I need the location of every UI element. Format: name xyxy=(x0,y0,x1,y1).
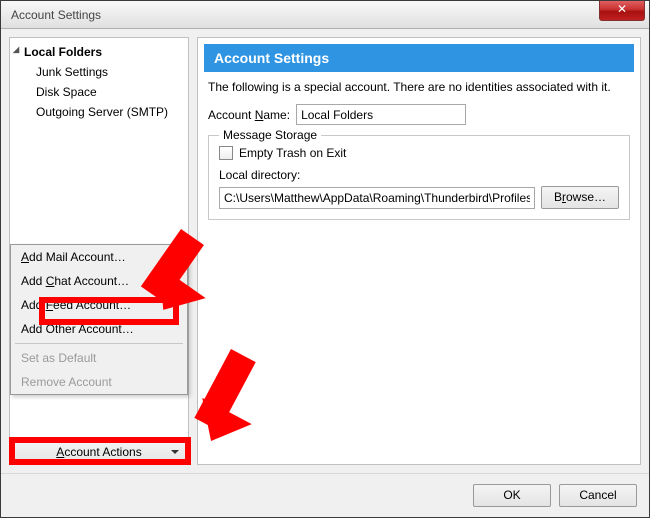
tree-item-smtp[interactable]: Outgoing Server (SMTP) xyxy=(10,102,188,122)
tree-item-label: Junk Settings xyxy=(36,65,108,79)
empty-trash-row: Empty Trash on Exit xyxy=(219,146,619,160)
main-header: Account Settings xyxy=(204,44,634,72)
dialog-footer: OK Cancel xyxy=(1,473,649,517)
account-name-label: Account Name: xyxy=(208,108,290,122)
description-text: The following is a special account. Ther… xyxy=(208,80,630,94)
menu-remove-account: Remove Account xyxy=(11,370,187,394)
menu-set-default: Set as Default xyxy=(11,346,187,370)
tree-item-label: Outgoing Server (SMTP) xyxy=(36,105,168,119)
local-directory-label: Local directory: xyxy=(219,168,619,182)
account-actions-button[interactable]: Account Actions xyxy=(10,440,188,464)
account-settings-window: Account Settings ✕ Local Folders Junk Se… xyxy=(0,0,650,518)
account-actions-wrap: Account Actions xyxy=(10,440,188,464)
close-button[interactable]: ✕ xyxy=(599,1,645,21)
tree-item-junk[interactable]: Junk Settings xyxy=(10,62,188,82)
empty-trash-checkbox[interactable] xyxy=(219,146,233,160)
empty-trash-label: Empty Trash on Exit xyxy=(239,146,346,160)
menu-add-mail-account[interactable]: Add Mail Account… xyxy=(11,245,187,269)
cancel-button[interactable]: Cancel xyxy=(559,484,637,507)
tree-item-disk-space[interactable]: Disk Space xyxy=(10,82,188,102)
menu-add-chat-account[interactable]: Add Chat Account… xyxy=(11,269,187,293)
chevron-down-icon xyxy=(171,450,179,454)
browse-button[interactable]: Browse… xyxy=(541,186,619,209)
tree-root-local-folders[interactable]: Local Folders xyxy=(10,42,188,62)
main-body: The following is a special account. Ther… xyxy=(198,80,640,228)
menu-add-feed-account[interactable]: Add Feed Account… xyxy=(11,293,187,317)
titlebar: Account Settings ✕ xyxy=(1,1,649,29)
window-title: Account Settings xyxy=(11,8,101,22)
account-name-input[interactable] xyxy=(296,104,466,125)
menu-separator xyxy=(15,343,183,344)
tree-item-label: Disk Space xyxy=(36,85,97,99)
menu-add-other-account[interactable]: Add Other Account… xyxy=(11,317,187,341)
message-storage-fieldset: Message Storage Empty Trash on Exit Loca… xyxy=(208,135,630,220)
ok-button[interactable]: OK xyxy=(473,484,551,507)
main-panel: Account Settings The following is a spec… xyxy=(197,37,641,465)
account-actions-label: Account Actions xyxy=(56,445,141,459)
local-directory-input[interactable] xyxy=(219,187,535,209)
dialog-body: Local Folders Junk Settings Disk Space O… xyxy=(1,29,649,473)
local-directory-row: Browse… xyxy=(219,186,619,209)
close-icon: ✕ xyxy=(617,2,627,16)
tree-root-label: Local Folders xyxy=(24,45,102,59)
fieldset-legend: Message Storage xyxy=(219,128,321,142)
account-actions-menu: Add Mail Account… Add Chat Account… Add … xyxy=(10,244,188,395)
account-name-row: Account Name: xyxy=(208,104,630,125)
